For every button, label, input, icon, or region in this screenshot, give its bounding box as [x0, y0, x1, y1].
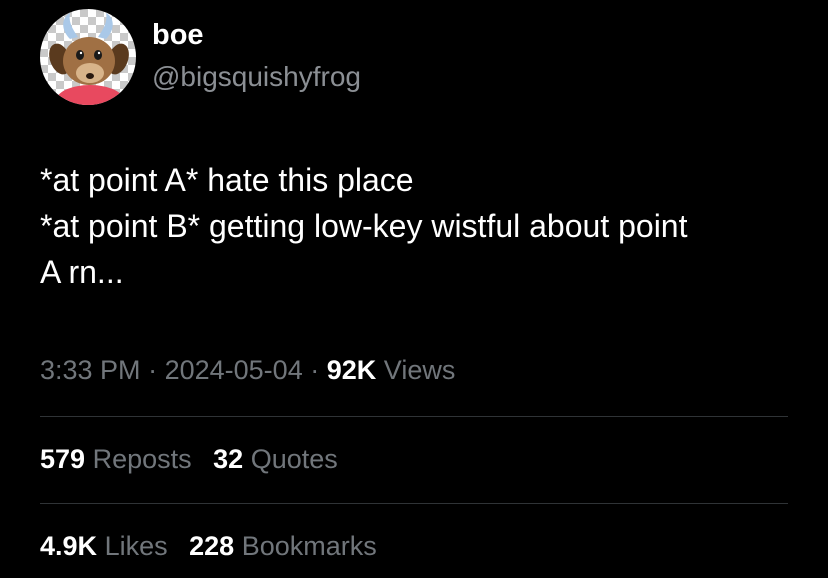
author-handle[interactable]: @bigsquishyfrog [152, 60, 361, 94]
bookmarks-stat[interactable]: 228 Bookmarks [189, 528, 377, 564]
tweet-line: A rn... [40, 254, 124, 290]
views-count: 92K [326, 355, 377, 385]
divider [40, 416, 788, 417]
avatar[interactable] [40, 9, 136, 105]
goat-avatar-icon [49, 13, 129, 105]
reposts-stat[interactable]: 579 Reposts [40, 441, 192, 477]
bookmarks-label: Bookmarks [241, 531, 377, 561]
tweet-text: *at point A* hate this place *at point B… [40, 157, 800, 295]
engagement-row-2: 4.9K Likes 228 Bookmarks [40, 528, 391, 564]
engagement-row-1: 579 Reposts 32 Quotes [40, 441, 352, 477]
tweet-meta: 3:33 PM · 2024-05-04 · 92K Views [40, 352, 455, 388]
quotes-count: 32 [213, 444, 244, 474]
views-link[interactable]: 92K Views [327, 355, 456, 385]
reposts-label: Reposts [92, 444, 192, 474]
views-label: Views [383, 355, 456, 385]
tweet-line: *at point A* hate this place [40, 162, 414, 198]
meta-separator: · [148, 355, 158, 385]
meta-separator: · [310, 355, 320, 385]
quotes-label: Quotes [250, 444, 338, 474]
likes-stat[interactable]: 4.9K Likes [40, 528, 168, 564]
tweet-line: *at point B* getting low-key wistful abo… [40, 208, 688, 244]
bookmarks-count: 228 [189, 531, 235, 561]
author-display-name[interactable]: boe [152, 18, 204, 52]
divider [40, 503, 788, 504]
quotes-stat[interactable]: 32 Quotes [213, 441, 338, 477]
tweet-time: 3:33 PM [40, 355, 141, 385]
likes-count: 4.9K [40, 531, 98, 561]
reposts-count: 579 [40, 444, 86, 474]
tweet-date: 2024-05-04 [164, 355, 303, 385]
likes-label: Likes [104, 531, 168, 561]
tweet-timestamp-link[interactable]: 3:33 PM · 2024-05-04 [40, 355, 303, 385]
